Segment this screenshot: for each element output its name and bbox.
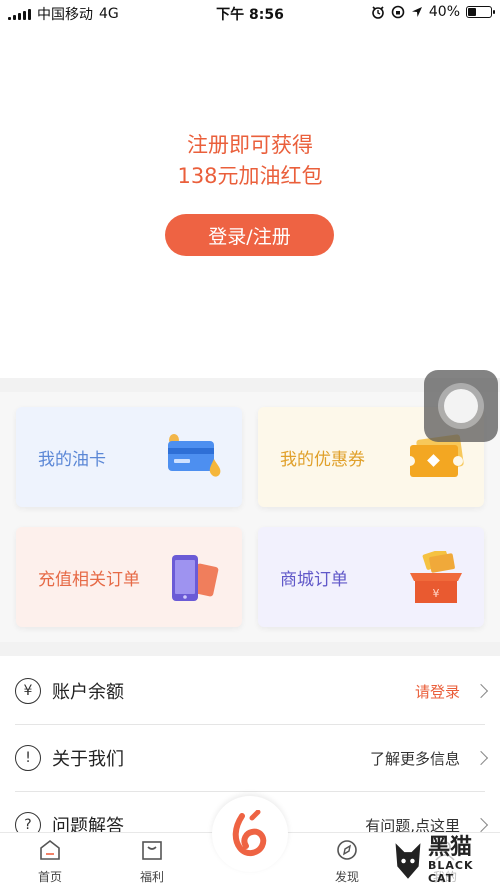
info-circle-icon: ! [15,745,41,771]
card-label: 我的优惠券 [280,449,365,470]
promo-line-2: 138元加油红包 [177,164,323,188]
alarm-icon [372,6,384,19]
tab-discover[interactable]: 发现 [317,839,377,885]
status-bar: 中国移动 4G 下午 8:56 40% [0,0,500,24]
tab-label: 福利 [139,870,164,884]
compass-icon [337,840,357,860]
rotation-lock-icon [391,5,405,19]
card-label: 我的油卡 [38,449,106,470]
svg-text:¥: ¥ [433,587,440,600]
location-icon [411,7,422,17]
list-item-value: 了解更多信息 [369,749,460,768]
bag-icon [142,841,162,860]
phone-recharge-icon [172,555,219,601]
list-item-value: 请登录 [414,682,460,701]
chevron-right-icon [473,817,489,833]
yuan-circle-icon: ¥ [15,678,41,704]
list-item-about-us[interactable]: ! 关于我们 了解更多信息 [0,725,500,791]
list-item-account-balance[interactable]: ¥ 账户余额 请登录 [0,658,500,724]
center-logo-button[interactable] [212,796,288,872]
promo-text: 注册即可获得 138元加油红包 [0,130,500,192]
battery-icon [466,6,495,18]
tab-benefits[interactable]: 福利 [122,839,182,885]
section-divider [0,642,500,656]
card-mall-orders[interactable]: 商城订单 ¥ [258,527,484,627]
chevron-right-icon [473,683,489,699]
card-label: 商城订单 [280,569,348,590]
card-label: 充值相关订单 [38,569,140,590]
list-item-label: 关于我们 [52,749,124,770]
card-recharge-orders[interactable]: 充值相关订单 [16,527,242,627]
assistive-touch-button[interactable] [424,370,498,442]
tab-label: 发现 [334,870,359,884]
promo-line-1: 注册即可获得 [187,133,313,157]
chevron-right-icon [473,750,489,766]
tab-label: 首页 [37,870,62,884]
tab-home[interactable]: 首页 [20,839,80,885]
home-icon [40,839,60,860]
watermark-subtitle: BLACK CAT [427,859,474,885]
black-cat-watermark: 黑猫 BLACK CAT [392,836,496,886]
list-item-label: 账户余额 [52,682,124,703]
card-my-fuel-card[interactable]: 我的油卡 [16,407,242,507]
login-register-button[interactable]: 登录/注册 [165,214,334,256]
watermark-title: 黑猫 [427,835,472,860]
gift-box-icon: ¥ [410,551,462,603]
cat-logo-icon [395,843,421,879]
fuel-card-icon [168,434,221,477]
app-logo-icon [232,810,267,856]
battery-percent: 40% [428,4,460,20]
